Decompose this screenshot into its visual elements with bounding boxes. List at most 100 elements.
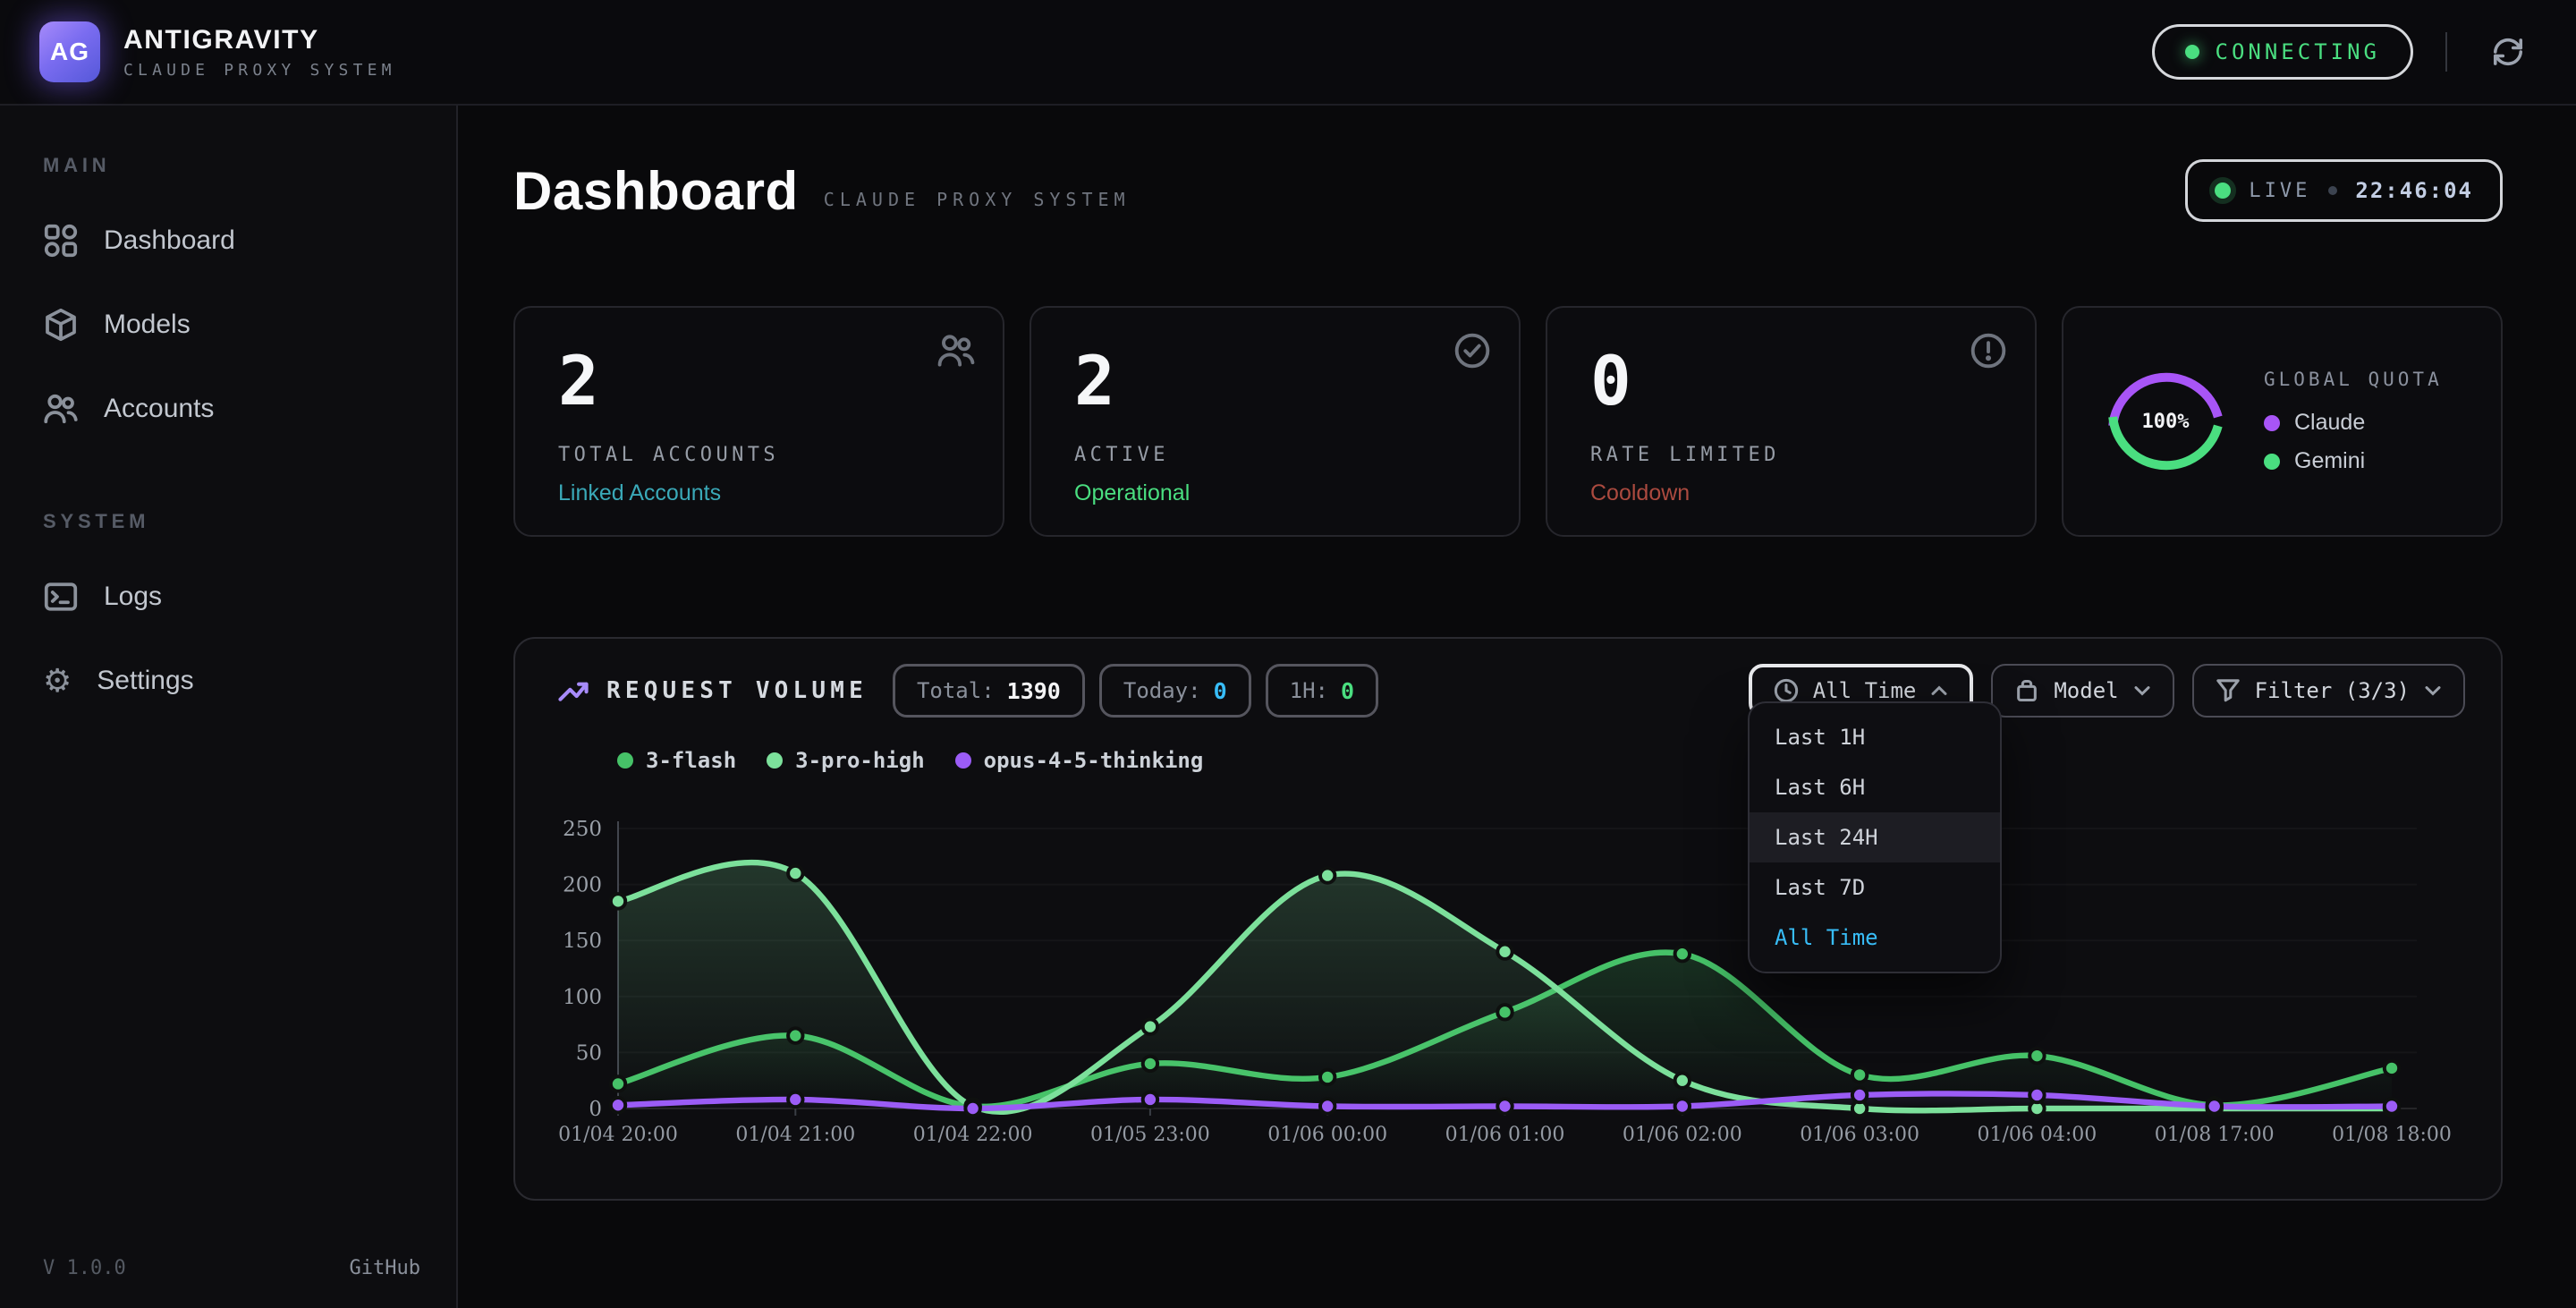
logo-text: AG (50, 38, 89, 66)
model-filter-button[interactable]: Model (1991, 664, 2174, 718)
chart-legend: 3-flash 3-pro-high opus-4-5-thinking (617, 748, 1203, 773)
svg-text:01/08 17:00: 01/08 17:00 (2155, 1124, 2275, 1146)
chart-header: REQUEST VOLUME Total: 1390 Today: 0 1H: … (515, 639, 2501, 718)
cube-icon (43, 307, 79, 343)
quota-donut: 100% (2099, 355, 2232, 488)
trending-up-icon (558, 675, 589, 706)
sidebar-item-models[interactable]: Models (0, 283, 456, 367)
sidebar-footer: V 1.0.0 GitHub (43, 1257, 420, 1279)
funnel-icon (2216, 678, 2241, 703)
quota-item-label: Gemini (2294, 448, 2365, 474)
badge-label: Total: (917, 678, 995, 703)
svg-text:250: 250 (563, 818, 602, 841)
stat-value: 2 (1074, 347, 1476, 415)
legend-label: opus-4-5-thinking (984, 748, 1204, 773)
stat-card-active: 2 ACTIVE Operational (1030, 306, 1521, 537)
package-icon (2014, 678, 2039, 703)
stat-label: TOTAL ACCOUNTS (558, 444, 960, 466)
refresh-icon (2491, 35, 2525, 69)
clock-icon (1774, 678, 1799, 703)
svg-text:0: 0 (589, 1098, 602, 1121)
refresh-button[interactable] (2479, 23, 2537, 81)
request-volume-chart: 05010015020025001/04 20:0001/04 21:0001/… (515, 639, 2499, 1199)
topbar-divider (2445, 32, 2447, 72)
quota-percent: 100% (2099, 355, 2232, 488)
sidebar-item-logs[interactable]: Logs (0, 555, 456, 639)
sidebar-item-accounts[interactable]: Accounts (0, 367, 456, 451)
sidebar-item-label: Logs (104, 582, 162, 612)
alert-circle-icon (1969, 331, 2008, 378)
sidebar-item-settings[interactable]: ⚙ Settings (0, 639, 456, 723)
live-status-badge: LIVE 22:46:04 (2185, 159, 2503, 222)
today-requests-badge: Today: 0 (1099, 664, 1251, 718)
terminal-icon (43, 579, 79, 615)
svg-text:01/04 21:00: 01/04 21:00 (735, 1124, 855, 1146)
svg-text:01/06 02:00: 01/06 02:00 (1623, 1124, 1742, 1146)
dropdown-item-last-1h[interactable]: Last 1H (1750, 712, 2000, 762)
stat-value: 2 (558, 347, 960, 415)
total-requests-badge: Total: 1390 (893, 664, 1085, 718)
app-window: AG ANTIGRAVITY CLAUDE PROXY SYSTEM CONNE… (0, 0, 2576, 1308)
quota-item-gemini: Gemini (2264, 448, 2443, 474)
series-dot-icon (955, 752, 971, 769)
sidebar-item-label: Accounts (104, 394, 214, 424)
dropdown-item-last-7d[interactable]: Last 7D (1750, 862, 2000, 913)
badge-label: 1H: (1290, 678, 1328, 703)
stat-value: 0 (1590, 347, 1992, 415)
gear-icon: ⚙ (43, 665, 72, 697)
svg-text:01/04 20:00: 01/04 20:00 (558, 1124, 678, 1146)
grid-icon (43, 223, 79, 259)
stat-sub: Operational (1074, 480, 1476, 506)
stat-sub: Linked Accounts (558, 480, 960, 506)
svg-text:01/05 23:00: 01/05 23:00 (1090, 1124, 1210, 1146)
svg-text:01/06 00:00: 01/06 00:00 (1267, 1124, 1387, 1146)
series-dot-icon (617, 752, 633, 769)
filter-button[interactable]: Filter (3/3) (2192, 664, 2465, 718)
chevron-down-icon (2133, 684, 2151, 697)
time-range-label: All Time (1813, 678, 1917, 703)
topbar-right: CONNECTING (2152, 23, 2538, 81)
dropdown-item-all-time[interactable]: All Time (1750, 913, 2000, 963)
badge-value: 0 (1341, 678, 1354, 704)
connection-status-dot-icon (2185, 45, 2199, 59)
series-dot-icon (767, 752, 783, 769)
legend-label: 3-flash (646, 748, 736, 773)
live-dot-icon (2215, 183, 2231, 199)
connection-status-label: CONNECTING (2216, 39, 2381, 64)
github-link[interactable]: GitHub (350, 1257, 420, 1279)
legend-item-3-flash: 3-flash (617, 748, 736, 773)
stat-card-rate-limited: 0 RATE LIMITED Cooldown (1546, 306, 2037, 537)
request-volume-panel: REQUEST VOLUME Total: 1390 Today: 0 1H: … (513, 637, 2503, 1201)
svg-text:01/08 18:00: 01/08 18:00 (2332, 1124, 2452, 1146)
chart-title: REQUEST VOLUME (606, 677, 868, 704)
chevron-down-icon (2424, 684, 2442, 697)
sidebar-section-label: SYSTEM (0, 510, 456, 533)
stat-sub: Cooldown (1590, 480, 1992, 506)
global-quota-card: 100% GLOBAL QUOTA Claude Gemini (2062, 306, 2503, 537)
stat-label: ACTIVE (1074, 444, 1476, 466)
dropdown-item-last-6h[interactable]: Last 6H (1750, 762, 2000, 812)
filter-label: Filter (3/3) (2255, 678, 2410, 703)
svg-text:50: 50 (576, 1041, 602, 1065)
quota-legend: GLOBAL QUOTA Claude Gemini (2264, 369, 2443, 474)
dropdown-item-last-24h[interactable]: Last 24H (1750, 812, 2000, 862)
brand-block: ANTIGRAVITY CLAUDE PROXY SYSTEM (123, 25, 396, 80)
one-hour-requests-badge: 1H: 0 (1266, 664, 1378, 718)
quota-title: GLOBAL QUOTA (2264, 369, 2443, 390)
stat-label: RATE LIMITED (1590, 444, 1992, 466)
connection-status-badge[interactable]: CONNECTING (2152, 24, 2414, 80)
sidebar-section-system: SYSTEM Logs ⚙ Settings (0, 510, 456, 723)
gemini-dot-icon (2264, 454, 2280, 470)
model-filter-label: Model (2054, 678, 2118, 703)
page-subtitle: CLAUDE PROXY SYSTEM (824, 189, 1131, 210)
users-icon (936, 331, 976, 378)
sidebar-section-label: MAIN (0, 154, 456, 177)
svg-text:01/06 04:00: 01/06 04:00 (1978, 1124, 2097, 1146)
svg-text:200: 200 (563, 874, 602, 897)
sidebar-item-dashboard[interactable]: Dashboard (0, 199, 456, 283)
sidebar-item-label: Settings (97, 666, 193, 696)
stats-row: 2 TOTAL ACCOUNTS Linked Accounts 2 ACTIV… (513, 306, 2503, 537)
legend-item-opus-4-5-thinking: opus-4-5-thinking (955, 748, 1204, 773)
version-label: V 1.0.0 (43, 1257, 126, 1279)
app-name: ANTIGRAVITY (123, 25, 396, 55)
